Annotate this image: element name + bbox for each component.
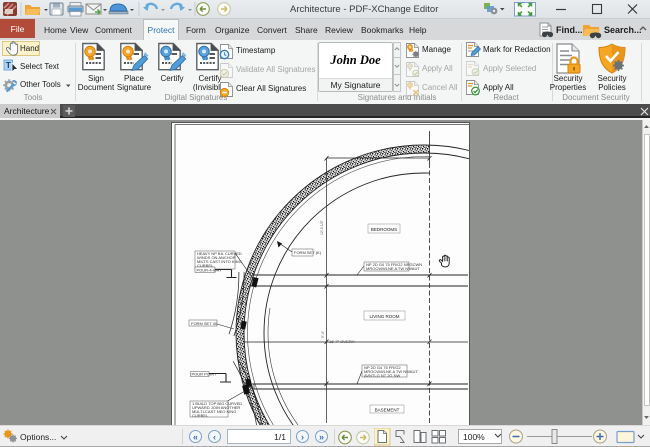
svg-text:9'-4": 9'-4" xyxy=(321,330,325,338)
svg-text:POUR-4-WAY: POUR-4-WAY xyxy=(197,268,222,273)
svg-text:FORM SET 40: FORM SET 40 xyxy=(191,321,218,326)
svg-text:BASEMENT: BASEMENT xyxy=(375,408,400,413)
svg-text:BEDROOMS: BEDROOMS xyxy=(371,227,397,232)
svg-text:MRGCWWLNE A TW NWAUT: MRGCWWLNE A TW NWAUT xyxy=(366,266,420,271)
svg-text:T: T xyxy=(6,60,12,70)
svg-text:12'-3 1/2": 12'-3 1/2" xyxy=(320,219,324,235)
svg-text:AVNTLG NT 2G NW: AVNTLG NT 2G NW xyxy=(364,373,401,378)
svg-text:FORM SET (K): FORM SET (K) xyxy=(294,250,322,255)
svg-text:16'-7" OVERH: 16'-7" OVERH xyxy=(329,339,355,344)
svg-text:POUR POINT: POUR POINT xyxy=(192,372,217,377)
svg-text:LIVING ROOM: LIVING ROOM xyxy=(369,314,399,319)
svg-text:Find...: Find... xyxy=(556,25,583,35)
svg-text:Search...: Search... xyxy=(604,25,642,35)
svg-text:CURBEL: CURBEL xyxy=(192,413,209,418)
